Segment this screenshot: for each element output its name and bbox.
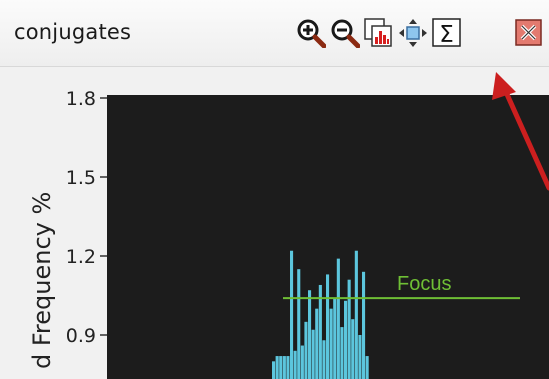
red-arrow-annotation <box>503 89 549 191</box>
annotation-overlay <box>492 72 549 191</box>
red-arrow-head <box>492 72 516 100</box>
conjugates-window: conjugates Σ 0.9 1.2 1.5 1.8 Focus d Fre… <box>0 0 549 379</box>
